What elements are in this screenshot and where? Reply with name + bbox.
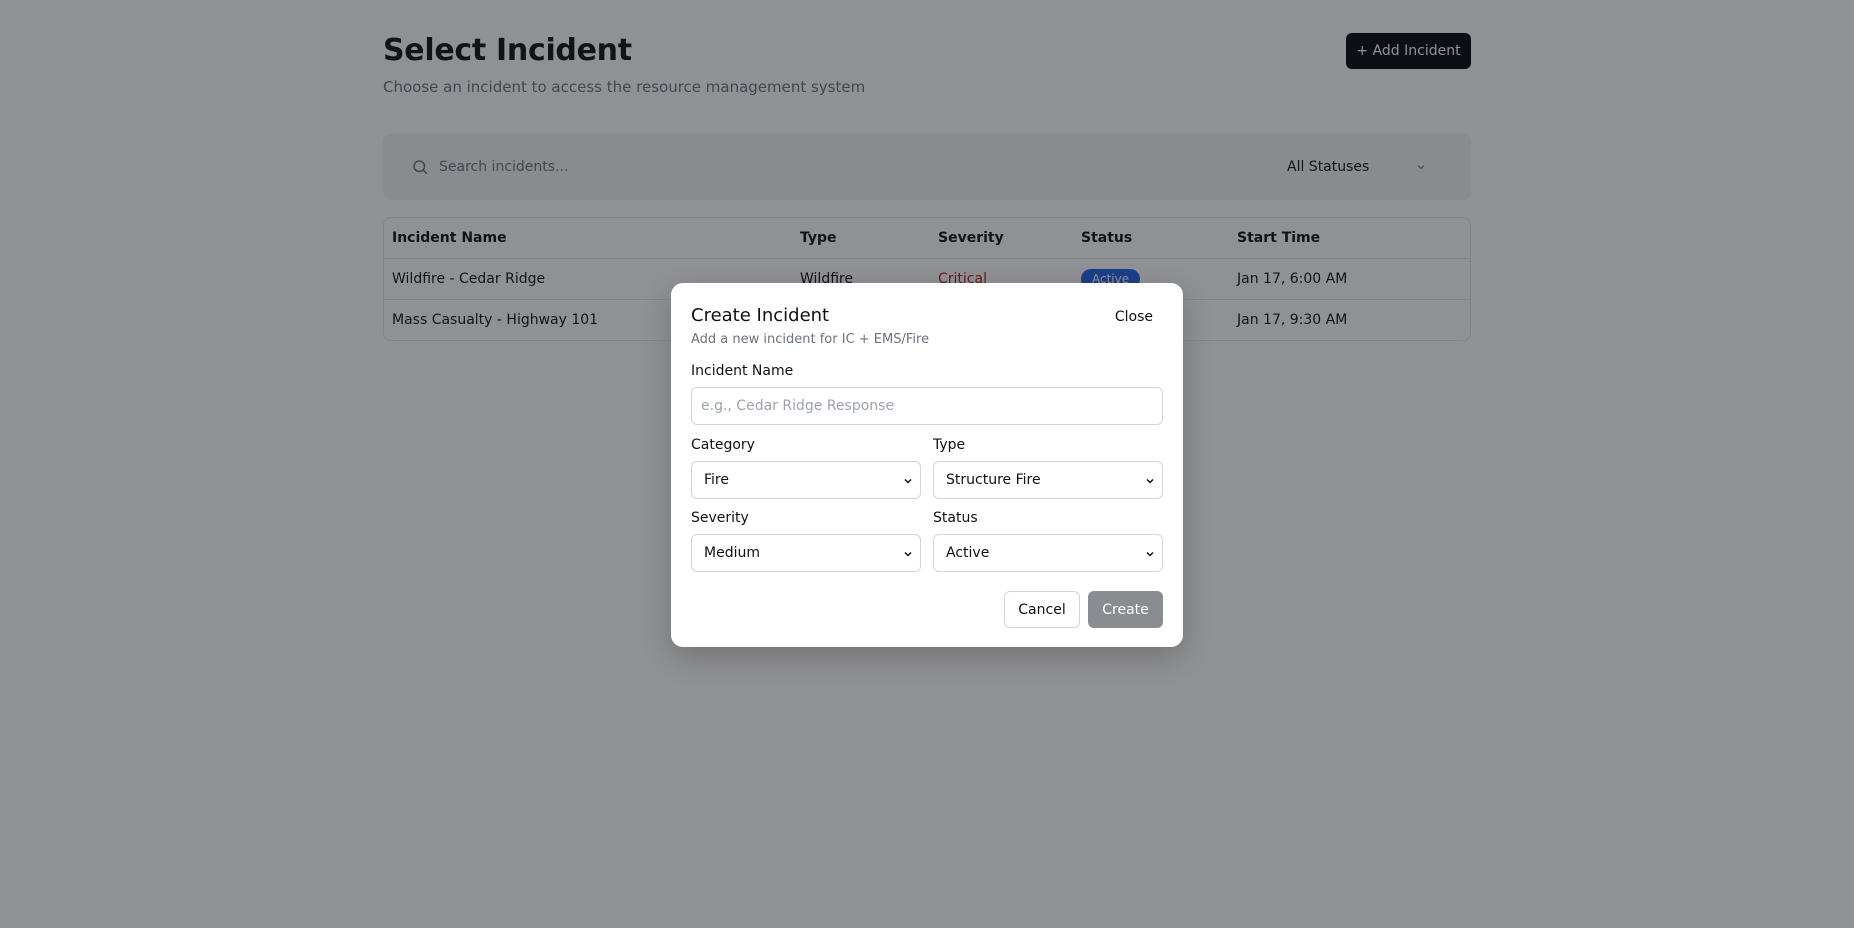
- severity-select-value: Medium: [704, 545, 760, 561]
- dialog-title: Create Incident: [691, 305, 830, 326]
- incident-name-input[interactable]: [691, 387, 1163, 425]
- severity-select[interactable]: Medium: [691, 534, 921, 572]
- status-label: Status: [933, 510, 978, 526]
- category-select[interactable]: Fire: [691, 461, 921, 499]
- category-select-value: Fire: [704, 472, 729, 488]
- type-select-value: Structure Fire: [946, 472, 1041, 488]
- status-select[interactable]: Active: [933, 534, 1163, 572]
- severity-label: Severity: [691, 510, 749, 526]
- status-select-value: Active: [946, 545, 990, 561]
- chevron-down-icon: [1146, 478, 1154, 484]
- chevron-down-icon: [904, 478, 912, 484]
- page: Select Incident Choose an incident to ac…: [0, 0, 1854, 928]
- chevron-down-icon: [1146, 551, 1154, 557]
- category-label: Category: [691, 437, 755, 453]
- dialog-subtitle: Add a new incident for IC + EMS/Fire: [691, 332, 930, 347]
- type-label: Type: [933, 437, 966, 453]
- create-button[interactable]: Create: [1088, 591, 1163, 628]
- close-button[interactable]: Close: [1115, 309, 1153, 325]
- create-incident-dialog: Create Incident Add a new incident for I…: [671, 283, 1183, 647]
- incident-name-label: Incident Name: [691, 363, 794, 379]
- cancel-button[interactable]: Cancel: [1004, 591, 1080, 628]
- type-select[interactable]: Structure Fire: [933, 461, 1163, 499]
- chevron-down-icon: [904, 551, 912, 557]
